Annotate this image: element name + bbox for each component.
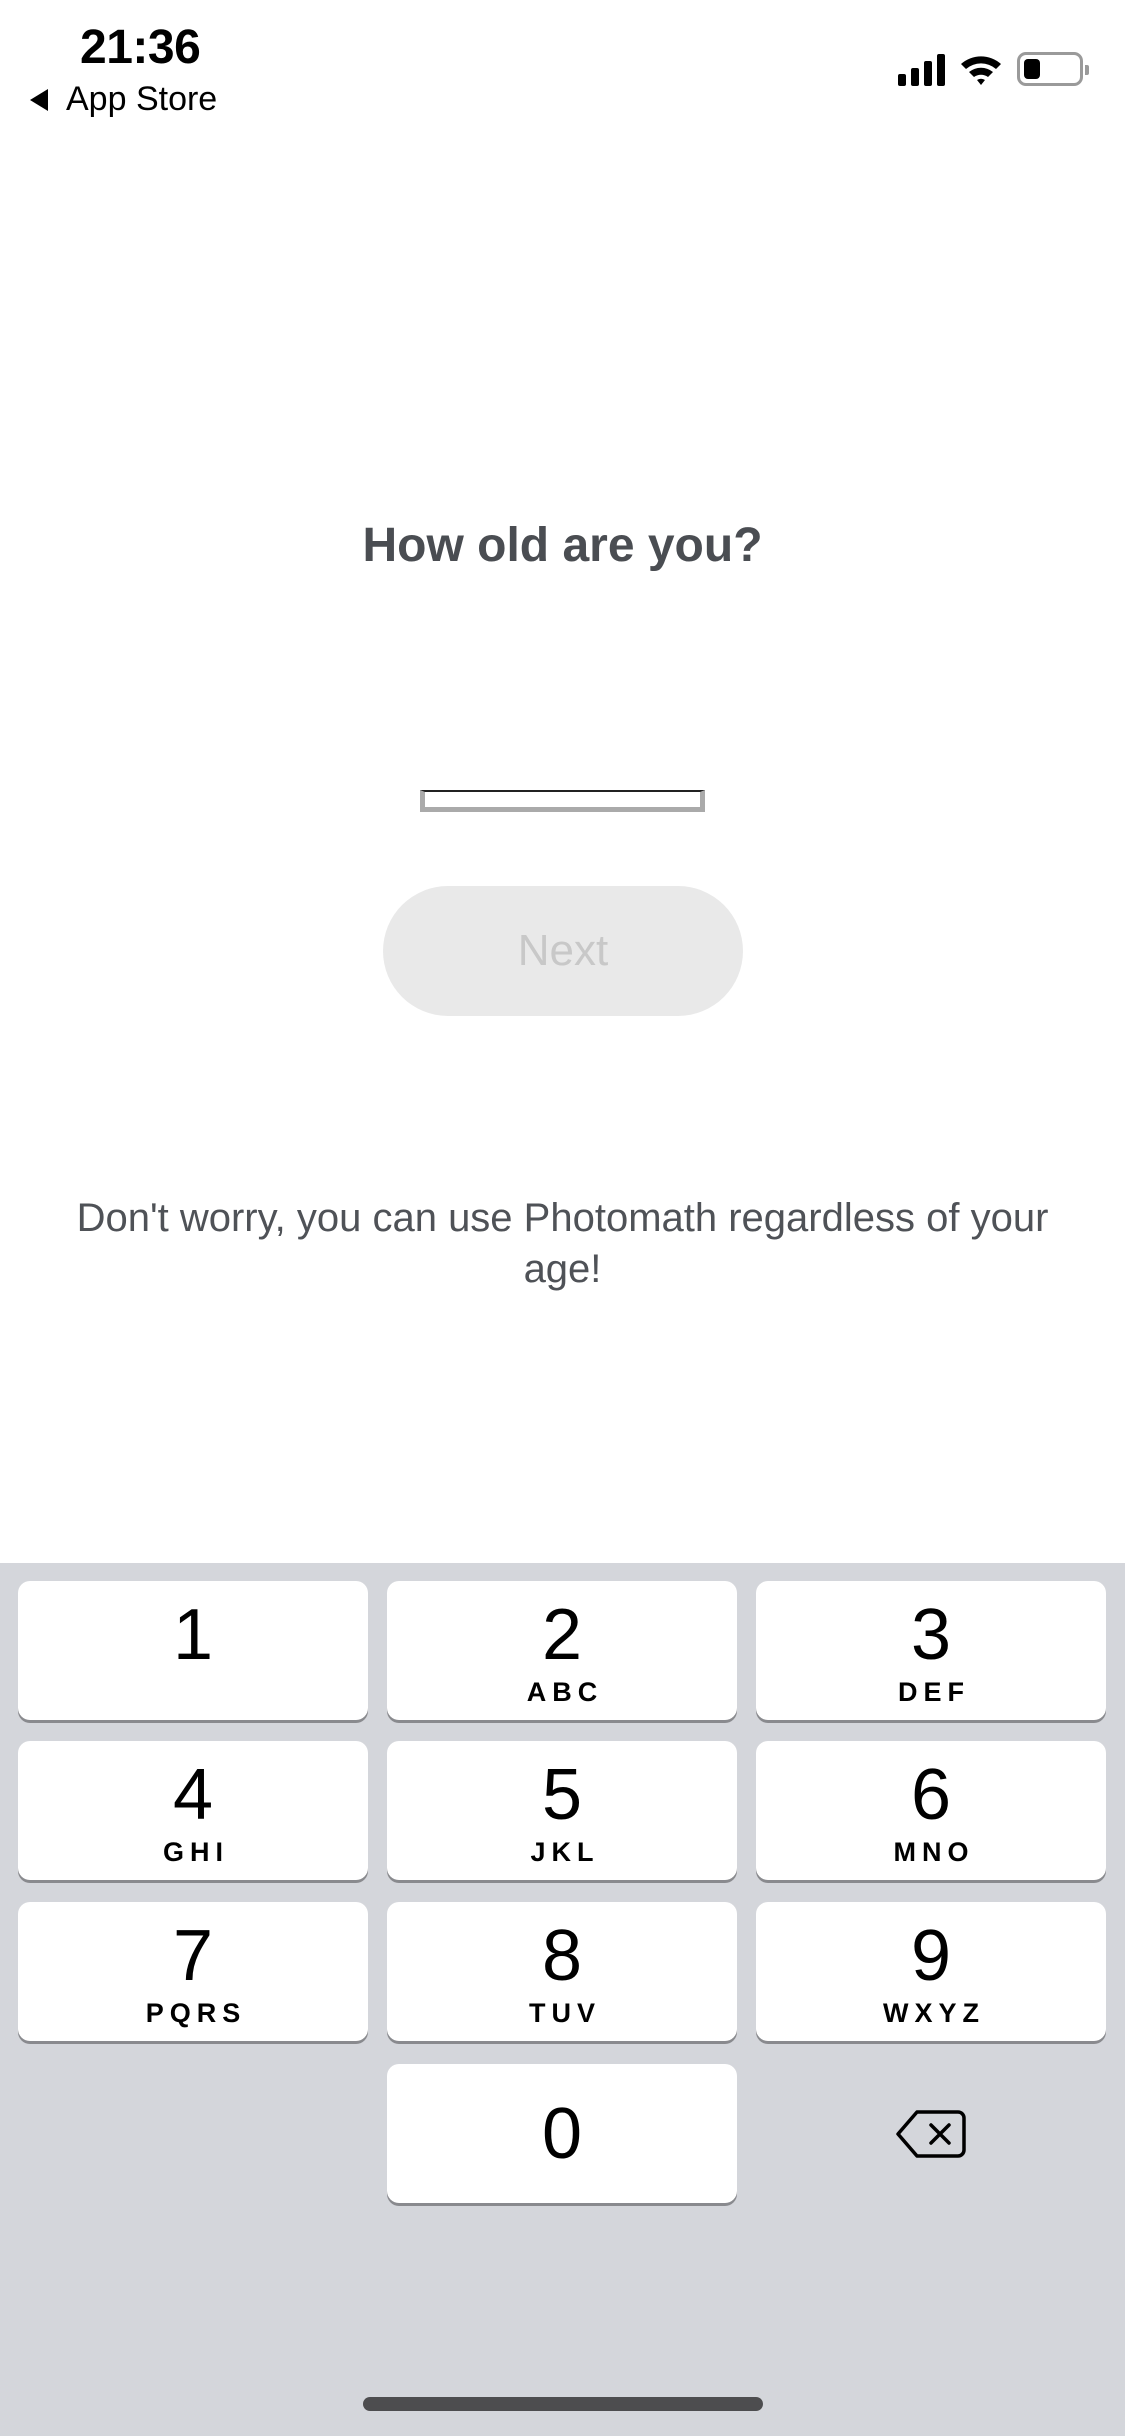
wifi-icon <box>961 56 1001 85</box>
key-digit: 6 <box>910 1755 952 1835</box>
numeric-keypad: 1 2 ABC 3 DEF 4 GHI 5 JKL 6 MNO 7 PQRS 8 TUV 9W… <box>0 1563 1125 2436</box>
next-button[interactable]: Next <box>383 886 743 1016</box>
key-letters: WXYZ <box>883 1998 985 2028</box>
key-letters: PQRS <box>145 1998 247 2028</box>
key-digit: 3 <box>910 1595 952 1675</box>
key-digit: 5 <box>541 1755 583 1835</box>
back-to-app-store-link[interactable]: App Store <box>30 80 217 119</box>
battery-nub <box>1085 65 1089 75</box>
battery-level <box>1024 59 1040 79</box>
key-3[interactable]: 3 DEF <box>756 1581 1106 1720</box>
key-digit: 8 <box>541 1916 583 1996</box>
info-text: Don't worry, you can use Photomath regar… <box>76 1196 1049 1291</box>
key-letters: MNO <box>893 1837 975 1867</box>
home-indicator[interactable] <box>363 2397 763 2411</box>
key-digit: 0 <box>541 2094 583 2174</box>
status-time: 21:36 <box>80 21 201 74</box>
battery-icon <box>1017 52 1089 86</box>
back-arrow-icon <box>30 88 48 111</box>
key-7[interactable]: 7 PQRS <box>18 1902 368 2041</box>
key-1[interactable]: 1 <box>18 1581 368 1720</box>
key-letters: JKL <box>530 1837 600 1867</box>
page-title: How old are you? <box>362 519 763 572</box>
cellular-signal-icon <box>898 52 945 86</box>
key-digit: 7 <box>172 1916 214 1996</box>
key-5[interactable]: 5 JKL <box>387 1741 737 1880</box>
key-digit: 2 <box>541 1595 583 1675</box>
key-2[interactable]: 2 ABC <box>387 1581 737 1720</box>
key-4[interactable]: 4 GHI <box>18 1741 368 1880</box>
key-letters: DEF <box>898 1677 970 1707</box>
back-app-label: App Store <box>66 80 218 118</box>
status-icons <box>898 52 1089 86</box>
key-6[interactable]: 6 MNO <box>756 1741 1106 1880</box>
key-letters: TUV <box>529 1998 601 2028</box>
key-0[interactable]: 0 <box>387 2064 737 2203</box>
key-digit: 1 <box>172 1595 214 1675</box>
key-letters: ABC <box>526 1677 604 1707</box>
backspace-icon <box>896 2109 966 2158</box>
key-letters: GHI <box>162 1837 229 1867</box>
key-9[interactable]: 9 WXYZ <box>756 1902 1106 2041</box>
age-input[interactable] <box>420 790 705 812</box>
delete-button[interactable] <box>756 2064 1106 2203</box>
key-8[interactable]: 8 TUV <box>387 1902 737 2041</box>
key-digit: 4 <box>172 1755 214 1835</box>
key-digit: 9 <box>910 1916 952 1996</box>
